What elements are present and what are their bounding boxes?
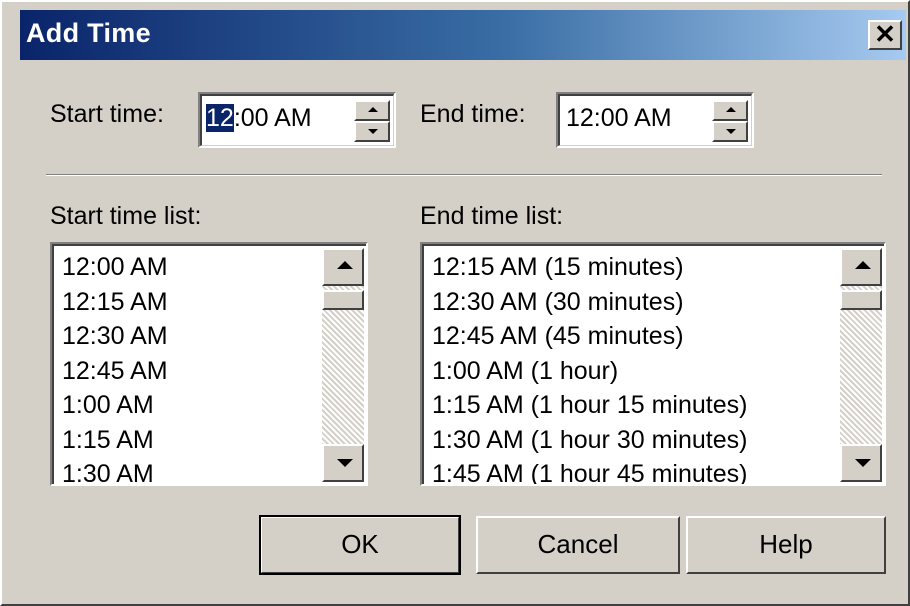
start-time-value-rest: :00 AM [233,104,312,132]
end-list-scroll-up-button[interactable] [840,248,882,286]
title-bar: Add Time ✕ [20,10,906,60]
list-item[interactable]: 12:30 AM (30 minutes) [432,285,684,319]
list-item[interactable]: 12:00 AM [62,250,168,284]
ok-button[interactable]: OK [259,515,461,575]
close-icon: ✕ [874,19,896,49]
scroll-down-arrow-icon [337,459,353,467]
chevron-down-icon [368,129,378,134]
end-list-scroll-thumb[interactable] [840,290,882,310]
end-list-scrollbar[interactable] [840,248,882,482]
chevron-up-icon [368,107,378,112]
end-list-scroll-down-button[interactable] [840,444,882,482]
end-time-list-label: End time list: [420,202,564,230]
end-time-spinner [712,100,748,142]
cancel-button[interactable]: Cancel [476,516,680,574]
end-time-spin-up-button[interactable] [712,100,748,121]
list-item[interactable]: 1:00 AM [62,388,154,422]
scroll-down-arrow-icon [855,459,871,467]
list-item[interactable]: 1:30 AM [62,457,154,484]
list-item[interactable]: 1:15 AM (1 hour 15 minutes) [432,388,747,422]
list-item[interactable]: 1:30 AM (1 hour 30 minutes) [432,423,747,457]
add-time-dialog: Add Time ✕ Start time: 12:00 AM End time… [0,0,910,606]
list-item[interactable]: 12:30 AM [62,319,168,353]
list-item[interactable]: 12:45 AM [62,354,168,388]
start-list-scroll-thumb[interactable] [322,290,364,310]
dialog-title: Add Time [26,18,151,48]
chevron-up-icon [726,107,736,112]
help-button[interactable]: Help [686,516,886,574]
list-item[interactable]: 1:15 AM [62,423,154,457]
start-time-list-label: Start time list: [50,202,202,230]
scroll-up-arrow-icon [337,261,353,269]
start-time-field[interactable]: 12:00 AM [198,92,396,148]
separator [46,174,882,176]
list-item[interactable]: 1:45 AM (1 hour 45 minutes) [432,457,747,484]
start-time-spin-down-button[interactable] [354,121,390,142]
start-time-label: Start time: [50,100,164,128]
end-time-label: End time: [420,100,526,128]
end-time-value: 12:00 AM [566,104,672,132]
list-item[interactable]: 12:15 AM [62,285,168,319]
start-time-spin-up-button[interactable] [354,100,390,121]
chevron-down-icon [726,129,736,134]
scroll-up-arrow-icon [855,261,871,269]
end-time-list[interactable]: 12:15 AM (15 minutes) 12:30 AM (30 minute… [420,242,886,486]
end-time-spin-down-button[interactable] [712,121,748,142]
start-list-scroll-up-button[interactable] [322,248,364,286]
list-item[interactable]: 12:15 AM (15 minutes) [432,250,684,284]
list-item[interactable]: 12:45 AM (45 minutes) [432,319,684,353]
close-button[interactable]: ✕ [868,20,902,50]
start-time-spinner [354,100,390,142]
start-time-list[interactable]: 12:00 AM 12:15 AM 12:30 AM 12:45 AM 1:00 AM 1… [50,242,368,486]
start-time-selected-segment[interactable]: 12 [206,104,234,132]
list-item[interactable]: 1:00 AM (1 hour) [432,354,618,388]
start-list-scrollbar[interactable] [322,248,364,482]
start-list-scroll-down-button[interactable] [322,444,364,482]
end-time-field[interactable]: 12:00 AM [556,92,754,148]
